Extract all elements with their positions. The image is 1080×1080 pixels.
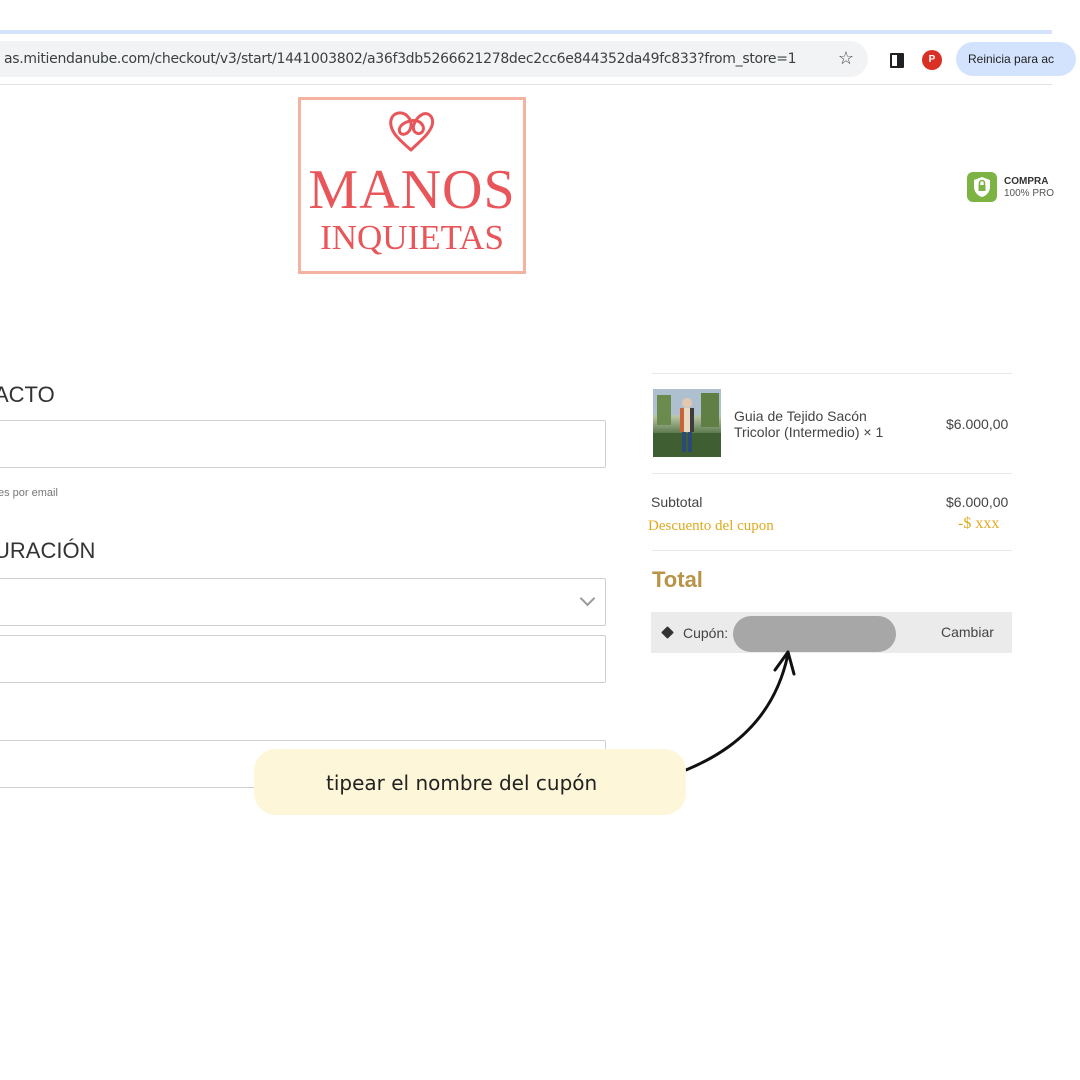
chevron-down-icon (579, 590, 596, 607)
tag-icon (661, 626, 674, 639)
secure-purchase-badge (967, 172, 997, 202)
profile-avatar[interactable]: P (922, 50, 942, 70)
product-image (653, 389, 721, 457)
shipping-heading: URACIÓN (0, 538, 96, 563)
email-field[interactable] (0, 420, 606, 468)
coupon-label: Cupón: (683, 625, 729, 641)
restart-label: Reinicia para ac (968, 52, 1055, 66)
url-text: as.mitiendanube.com/checkout/v3/start/14… (4, 51, 797, 67)
instruction-callout: tipear el nombre del cupón (254, 749, 686, 815)
total-label: Total (652, 567, 703, 592)
shield-lock-icon (974, 177, 990, 197)
product-price: $6.000,00 (946, 416, 1009, 432)
subtotal-label: Subtotal (651, 494, 703, 510)
summary-divider-bottom (652, 550, 1012, 551)
browser-toolbar: as.mitiendanube.com/checkout/v3/start/14… (0, 34, 1076, 85)
summary-divider-top (652, 373, 1012, 374)
subtotal-value: $6.000,00 (946, 494, 1009, 510)
logo-line-2: INQUIETAS (320, 218, 504, 257)
contact-heading: ACTO (0, 382, 55, 407)
address-bar[interactable]: as.mitiendanube.com/checkout/v3/start/14… (0, 41, 868, 77)
restart-update-button[interactable]: Reinicia para ac (956, 42, 1076, 76)
change-coupon-link[interactable]: Cambiar (941, 624, 994, 640)
star-icon[interactable]: ☆ (838, 48, 854, 69)
heart-logo-icon (389, 111, 435, 152)
secure-subtitle: 100% PRO (1004, 188, 1055, 199)
store-logo[interactable]: MANOS INQUIETAS (298, 97, 526, 274)
country-select[interactable] (0, 578, 606, 626)
summary-divider-middle (652, 473, 1012, 474)
product-name: Guia de Tejido Sacón Tricolor (Intermedi… (734, 408, 884, 440)
instruction-text: tipear el nombre del cupón (326, 771, 598, 795)
side-panel-icon[interactable] (890, 53, 904, 68)
secure-title: COMPRA (1004, 176, 1049, 187)
newsletter-note: es por email (0, 487, 58, 499)
discount-label: Descuento del cupon (648, 518, 774, 534)
postal-code-field[interactable] (0, 635, 606, 683)
logo-line-1: MANOS (308, 159, 516, 221)
discount-value: -$ xxx (958, 515, 1000, 532)
